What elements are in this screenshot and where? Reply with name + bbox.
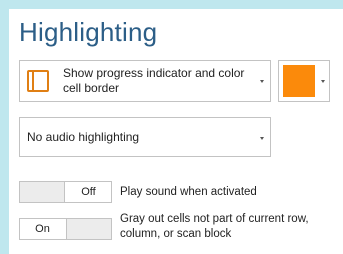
gray-out-label: Gray out cells not part of current row, … xyxy=(120,213,309,240)
section-title: Highlighting xyxy=(19,17,158,47)
play-sound-label: Play sound when activated xyxy=(120,186,257,198)
dropdown-arrow-icon xyxy=(321,80,325,83)
toggle-state: On xyxy=(35,223,50,235)
audio-highlighting-value: No audio highlighting xyxy=(27,130,140,144)
toggle-state: Off xyxy=(81,186,96,198)
dropdown-arrow-icon xyxy=(260,80,264,83)
play-sound-toggle[interactable]: Off xyxy=(19,181,112,203)
highlight-style-dropdown[interactable]: Show progress indicator and color cell b… xyxy=(19,60,271,102)
toggle-knob xyxy=(20,182,65,202)
highlight-color-picker[interactable] xyxy=(278,60,330,102)
highlight-style-value: Show progress indicator and color cell b… xyxy=(63,66,245,95)
color-swatch xyxy=(283,65,315,97)
highlighting-panel: Highlighting Show progress indicator and… xyxy=(9,9,343,254)
toggle-knob xyxy=(66,219,111,239)
audio-highlighting-dropdown[interactable]: No audio highlighting xyxy=(19,117,271,157)
progress-border-icon xyxy=(27,70,49,92)
dropdown-arrow-icon xyxy=(260,137,264,140)
gray-out-toggle[interactable]: On xyxy=(19,218,112,240)
